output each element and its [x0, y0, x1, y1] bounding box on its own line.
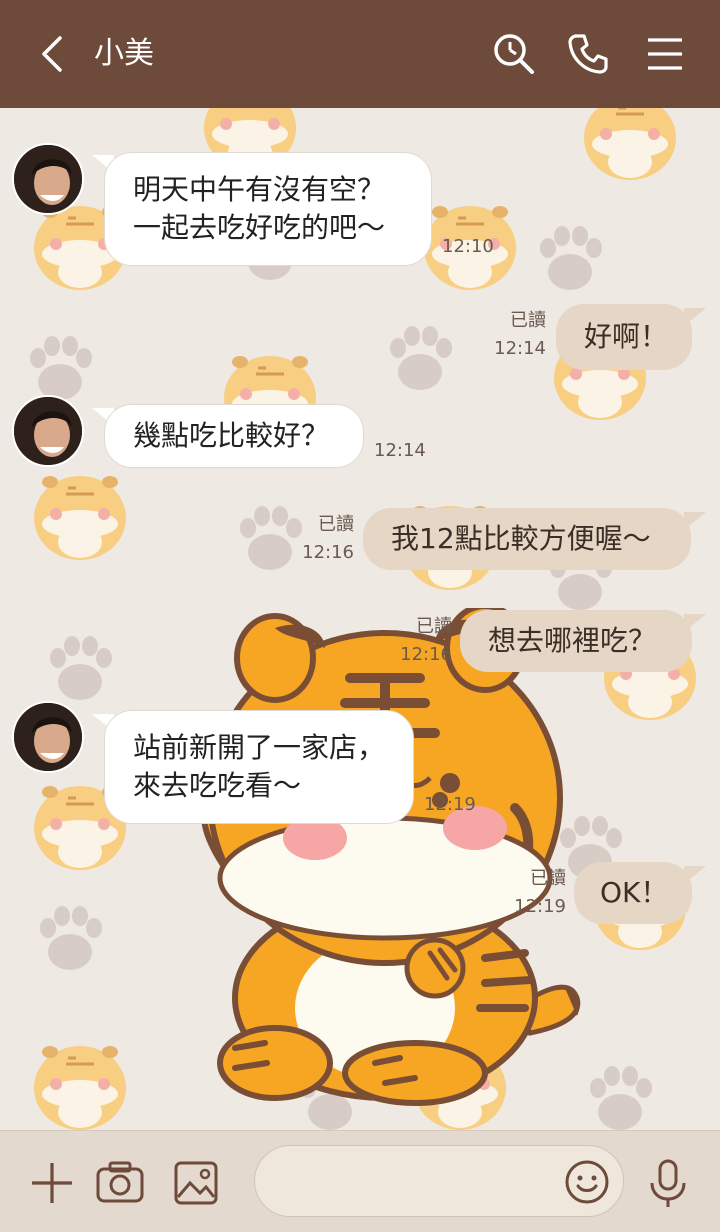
smiley-icon[interactable] — [560, 1155, 614, 1209]
message-bubble-incoming[interactable]: 幾點吃比較好？ — [104, 404, 364, 468]
message-time: 12:19 — [514, 896, 566, 917]
chat-header: 小美 — [0, 0, 720, 108]
contact-name[interactable]: 小美 — [94, 34, 154, 74]
message-bubble-outgoing[interactable]: 我12點比較方便喔～ — [363, 508, 691, 570]
message-text: 好啊！ — [584, 320, 669, 353]
tiger-sticker[interactable] — [185, 608, 585, 1108]
avatar[interactable] — [12, 395, 84, 467]
message-time: 12:10 — [442, 236, 494, 257]
avatar[interactable] — [12, 143, 84, 215]
phone-icon[interactable] — [564, 30, 612, 78]
message-bubble-outgoing[interactable]: 想去哪裡吃？ — [460, 610, 692, 672]
message-text: 想去哪裡吃？ — [488, 624, 657, 657]
chevron-left-icon[interactable] — [34, 32, 74, 76]
message-bubble-outgoing[interactable]: 好啊！ — [556, 304, 692, 370]
bubble-tail — [684, 308, 706, 326]
chat-area[interactable]: 明天中午有沒有空？ 一起去吃好吃的吧～ 12:10 已讀 12:14 好啊！ 幾… — [0, 108, 720, 1130]
avatar[interactable] — [12, 701, 84, 773]
message-text: 明天中午有沒有空？ — [133, 173, 386, 206]
message-time: 12:16 — [302, 542, 354, 563]
message-time: 12:16 — [400, 644, 452, 665]
composer-bar — [0, 1130, 720, 1232]
read-receipt: 已讀 — [318, 514, 354, 535]
message-text: 站前新開了一家店， — [133, 731, 386, 764]
message-bubble-incoming[interactable]: 明天中午有沒有空？ 一起去吃好吃的吧～ — [104, 152, 432, 266]
message-text: 一起去吃好吃的吧～ — [133, 211, 386, 244]
message-time: 12:14 — [494, 338, 546, 359]
message-text: 來去吃吃看～ — [133, 769, 302, 802]
message-text: 幾點吃比較好？ — [133, 419, 330, 452]
bubble-tail — [684, 866, 706, 884]
search-icon[interactable] — [490, 30, 538, 78]
image-icon[interactable] — [168, 1155, 224, 1211]
bubble-tail — [684, 614, 706, 632]
read-receipt: 已讀 — [510, 310, 546, 331]
read-receipt: 已讀 — [416, 616, 452, 637]
plus-icon[interactable] — [24, 1155, 80, 1211]
message-text: 我12點比較方便喔～ — [391, 522, 651, 555]
message-text: OK！ — [600, 876, 669, 909]
camera-icon[interactable] — [92, 1155, 148, 1211]
message-time: 12:14 — [374, 440, 426, 461]
bubble-tail — [684, 512, 706, 530]
read-receipt: 已讀 — [530, 868, 566, 889]
message-bubble-incoming[interactable]: 站前新開了一家店， 來去吃吃看～ — [104, 710, 414, 824]
message-bubble-outgoing[interactable]: OK！ — [574, 862, 692, 924]
microphone-icon[interactable] — [640, 1155, 696, 1211]
menu-icon[interactable] — [640, 30, 688, 78]
message-time: 12:19 — [424, 794, 476, 815]
